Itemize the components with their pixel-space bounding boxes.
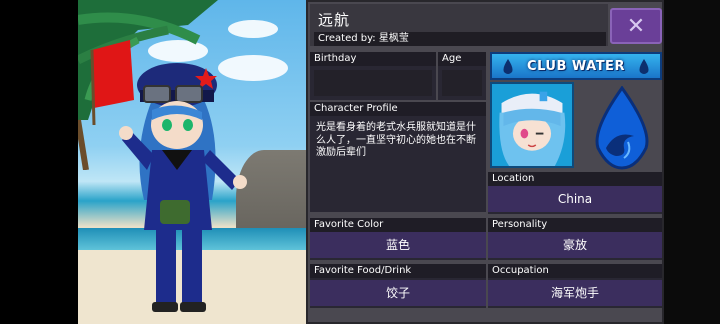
age-label: Age (438, 52, 486, 66)
birthday-value[interactable] (314, 70, 432, 96)
occupation-value[interactable]: 海军炮手 (488, 280, 662, 306)
favorite-food-panel: Favorite Food/Drink 饺子 (310, 264, 486, 308)
location-value[interactable]: China (488, 186, 662, 212)
close-button[interactable]: ✕ (610, 8, 662, 44)
water-drop-icon (639, 59, 649, 74)
water-element-icon (595, 86, 649, 170)
created-by-label: Created by: (318, 33, 376, 44)
favorite-food-label: Favorite Food/Drink (310, 264, 486, 278)
favorite-color-panel: Favorite Color 蓝色 (310, 218, 486, 260)
age-panel: Age (438, 52, 486, 100)
water-drop-icon (503, 59, 513, 74)
age-value[interactable] (442, 70, 482, 96)
club-badge: CLUB WATER (490, 52, 662, 80)
favorite-color-value[interactable]: 蓝色 (310, 232, 486, 258)
birthday-panel: Birthday (310, 52, 436, 100)
profile-label: Character Profile (310, 102, 486, 116)
profile-panel: Character Profile 光是看身着的老式水兵服就知道是什么人了，一直… (310, 102, 486, 212)
character-card: 远航 Created by: 星枫莹 ✕ Birthday Age CLUB W… (306, 0, 664, 324)
favorite-color-label: Favorite Color (310, 218, 486, 232)
club-name: CLUB WATER (527, 58, 625, 74)
character-sprite (90, 40, 247, 312)
creator-row: Created by: 星枫莹 (314, 32, 606, 46)
personality-label: Personality (488, 218, 662, 232)
favorite-food-value[interactable]: 饺子 (310, 280, 486, 306)
close-x-icon: ✕ (626, 13, 646, 39)
location-label: Location (488, 172, 662, 186)
occupation-panel: Occupation 海军炮手 (488, 264, 662, 308)
occupation-label: Occupation (488, 264, 662, 278)
profile-text[interactable]: 光是看身着的老式水兵服就知道是什么人了，一直坚守初心的她也在不断激励后辈们 (316, 122, 482, 160)
character-name: 远航 (318, 11, 351, 29)
creator-name: 星枫莹 (378, 33, 409, 44)
personality-value[interactable]: 豪放 (488, 232, 662, 258)
personality-panel: Personality 豪放 (488, 218, 662, 260)
right-frame (664, 0, 720, 324)
character-portrait (490, 82, 574, 168)
location-panel: Location China (488, 172, 662, 214)
birthday-label: Birthday (310, 52, 436, 66)
card-header: 远航 Created by: 星枫莹 (310, 4, 608, 46)
